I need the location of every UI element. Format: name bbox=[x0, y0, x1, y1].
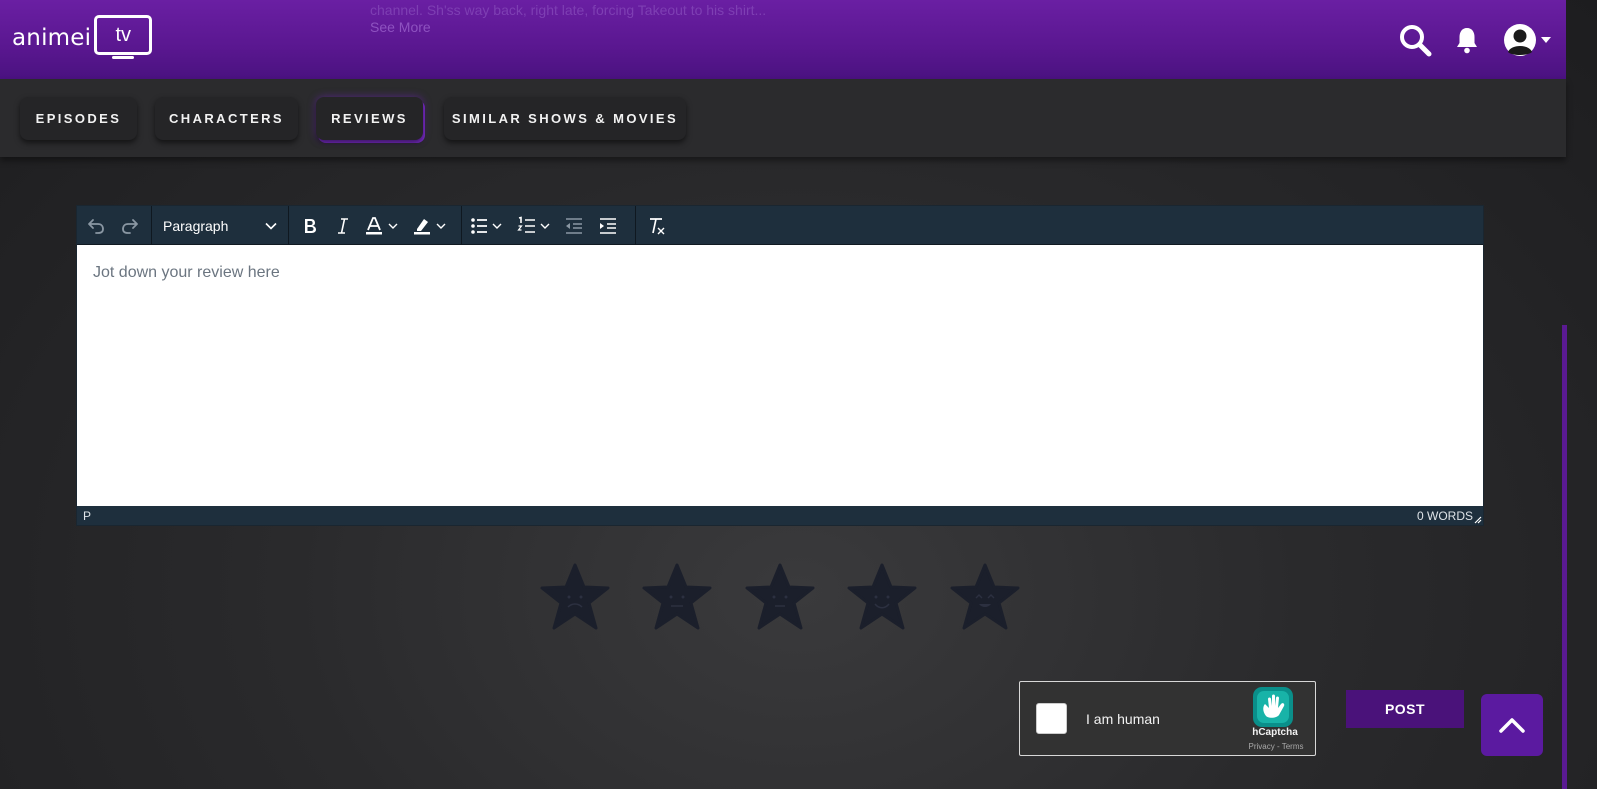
see-more-link[interactable]: See More bbox=[370, 19, 431, 35]
word-count[interactable]: 0 WORDS bbox=[1417, 509, 1473, 523]
review-editor: Paragraph Jot down your review here P 0 … bbox=[76, 205, 1484, 526]
bullet-list-icon bbox=[471, 217, 502, 234]
tv-logo-icon: tv bbox=[94, 15, 153, 61]
happy-face-star-icon[interactable] bbox=[948, 562, 1022, 634]
show-tabs-bar: EPISODES CHARACTERS REVIEWS SIMILAR SHOW… bbox=[0, 79, 1566, 157]
clear-format-icon bbox=[650, 217, 665, 234]
resize-handle-icon[interactable] bbox=[1474, 516, 1482, 524]
sad-face-star-icon[interactable] bbox=[538, 562, 612, 634]
highlight-icon bbox=[414, 218, 446, 234]
undo-icon bbox=[88, 218, 104, 234]
page-scrollbar[interactable] bbox=[1562, 325, 1567, 789]
tab-characters[interactable]: CHARACTERS bbox=[155, 97, 298, 140]
bold-button[interactable] bbox=[295, 211, 325, 241]
search-icon bbox=[1400, 25, 1432, 57]
block-format-select[interactable]: Paragraph bbox=[155, 206, 285, 245]
tab-similar-shows-movies[interactable]: SIMILAR SHOWS & MOVIES bbox=[444, 97, 686, 140]
hcaptcha-logo-icon bbox=[1253, 687, 1293, 727]
top-navigation-bar: channel. Sh'ss way back, right late, for… bbox=[0, 0, 1566, 79]
site-logo[interactable]: animei tv bbox=[12, 14, 153, 62]
numbered-list-icon bbox=[517, 215, 550, 233]
redo-icon bbox=[122, 218, 138, 234]
search-button[interactable] bbox=[1397, 22, 1433, 58]
notifications-button[interactable] bbox=[1453, 24, 1481, 56]
text-color-icon bbox=[366, 216, 398, 234]
background-description-text: channel. Sh'ss way back, right late, for… bbox=[370, 2, 767, 18]
text-color-button[interactable] bbox=[362, 211, 402, 241]
editor-statusbar: P 0 WORDS bbox=[77, 506, 1483, 525]
numbered-list-button[interactable] bbox=[515, 211, 555, 241]
element-path[interactable]: P bbox=[83, 509, 91, 523]
block-format-value: Paragraph bbox=[163, 217, 229, 234]
smile-face-star-icon[interactable] bbox=[845, 562, 919, 634]
bold-icon bbox=[305, 218, 316, 233]
redo-button[interactable] bbox=[115, 211, 145, 241]
neutral-face-star-icon[interactable] bbox=[640, 562, 714, 634]
tab-episodes[interactable]: EPISODES bbox=[20, 97, 137, 140]
highlight-button[interactable] bbox=[410, 211, 450, 241]
tab-reviews[interactable]: REVIEWS bbox=[316, 97, 423, 140]
indent-icon bbox=[600, 217, 616, 234]
hcaptcha-widget: I am human hCaptcha Privacy - Terms bbox=[1019, 681, 1316, 756]
review-text-area[interactable]: Jot down your review here bbox=[77, 245, 1483, 507]
outdent-icon bbox=[566, 217, 582, 234]
captcha-label: I am human bbox=[1086, 711, 1160, 727]
undo-button[interactable] bbox=[81, 211, 111, 241]
caret-down-icon bbox=[1540, 37, 1551, 43]
user-avatar-icon bbox=[1503, 24, 1536, 56]
captcha-privacy-terms-links[interactable]: Privacy - Terms bbox=[1236, 742, 1316, 751]
indent-button[interactable] bbox=[593, 211, 623, 241]
captcha-brand: hCaptcha bbox=[1252, 727, 1298, 738]
clear-formatting-button[interactable] bbox=[642, 211, 672, 241]
chevron-up-icon bbox=[1499, 718, 1525, 733]
captcha-checkbox[interactable] bbox=[1036, 703, 1067, 734]
rating-stars bbox=[538, 562, 1022, 636]
editor-toolbar: Paragraph bbox=[77, 206, 1483, 245]
outdent-button[interactable] bbox=[559, 211, 589, 241]
bullet-list-button[interactable] bbox=[467, 211, 507, 241]
scroll-to-top-button[interactable] bbox=[1481, 694, 1543, 756]
chevron-down-icon bbox=[265, 222, 277, 230]
account-menu-button[interactable] bbox=[1502, 22, 1552, 58]
bell-icon bbox=[1457, 28, 1477, 54]
logo-wordmark: animei bbox=[12, 25, 92, 51]
meh-face-star-icon[interactable] bbox=[743, 562, 817, 634]
post-review-button[interactable]: POST bbox=[1346, 690, 1464, 728]
editor-placeholder: Jot down your review here bbox=[93, 264, 280, 281]
italic-icon bbox=[338, 217, 348, 234]
italic-button[interactable] bbox=[328, 211, 358, 241]
